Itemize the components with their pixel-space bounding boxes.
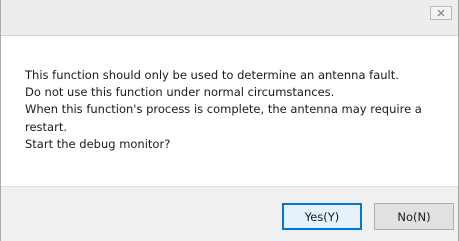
message-line: This function should only be used to det… (25, 68, 399, 82)
confirmation-dialog: This function should only be used to det… (0, 0, 459, 241)
message-text: This function should only be used to det… (25, 67, 445, 153)
message-line: Start the debug monitor? (25, 136, 171, 151)
button-bar: Yes(Y) No(N) (1, 186, 458, 241)
close-button[interactable] (430, 6, 452, 20)
close-icon (437, 9, 445, 17)
title-bar (1, 0, 458, 36)
dialog-content: This function should only be used to det… (1, 36, 458, 186)
no-button[interactable]: No(N) (374, 203, 454, 230)
yes-button[interactable]: Yes(Y) (282, 203, 362, 230)
message-line: When this function's process is complete… (25, 102, 422, 117)
message-line: restart. (25, 119, 67, 134)
message-line: Do not use this function under normal ci… (25, 85, 335, 100)
